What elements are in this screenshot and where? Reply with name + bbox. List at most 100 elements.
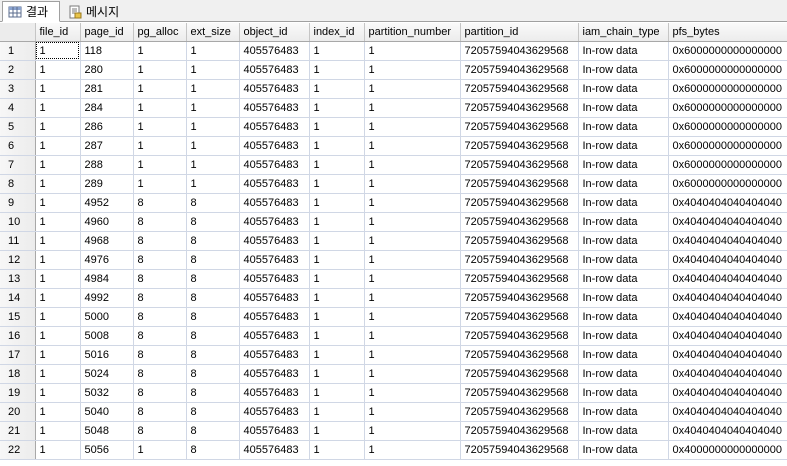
row-number[interactable]: 6 [0, 136, 36, 156]
cell-pfs-bytes[interactable]: 0x6000000000000000 [668, 60, 787, 80]
cell-partition-number[interactable]: 1 [364, 231, 461, 251]
cell-pg-alloc[interactable]: 1 [133, 155, 187, 175]
cell-ext-size[interactable]: 1 [186, 117, 240, 137]
cell-file-id[interactable]: 1 [35, 193, 81, 213]
cell-page-id[interactable]: 4992 [80, 288, 134, 308]
column-header-iam-chain-type[interactable]: iam_chain_type [578, 23, 669, 42]
cell-file-id[interactable]: 1 [35, 174, 81, 194]
cell-object-id[interactable]: 405576483 [239, 364, 310, 384]
cell-index-id[interactable]: 1 [309, 231, 365, 251]
cell-file-id[interactable]: 1 [35, 136, 81, 156]
cell-page-id[interactable]: 5008 [80, 326, 134, 346]
cell-partition-number[interactable]: 1 [364, 193, 461, 213]
cell-partition-id[interactable]: 72057594043629568 [460, 136, 579, 156]
cell-pg-alloc[interactable]: 8 [133, 193, 187, 213]
cell-pg-alloc[interactable]: 8 [133, 383, 187, 403]
cell-partition-id[interactable]: 72057594043629568 [460, 79, 579, 99]
cell-page-id[interactable]: 5048 [80, 421, 134, 441]
cell-pfs-bytes[interactable]: 0x6000000000000000 [668, 136, 787, 156]
cell-page-id[interactable]: 4952 [80, 193, 134, 213]
cell-iam-chain-type[interactable]: In-row data [578, 288, 669, 308]
cell-ext-size[interactable]: 8 [186, 307, 240, 327]
tab-results[interactable]: 결과 [2, 1, 60, 22]
cell-index-id[interactable]: 1 [309, 250, 365, 270]
cell-file-id[interactable]: 1 [35, 117, 81, 137]
cell-partition-id[interactable]: 72057594043629568 [460, 345, 579, 365]
cell-pfs-bytes[interactable]: 0x4040404040404040 [668, 326, 787, 346]
cell-partition-number[interactable]: 1 [364, 212, 461, 232]
cell-partition-number[interactable]: 1 [364, 136, 461, 156]
cell-ext-size[interactable]: 8 [186, 421, 240, 441]
cell-object-id[interactable]: 405576483 [239, 307, 310, 327]
cell-partition-number[interactable]: 1 [364, 269, 461, 289]
cell-ext-size[interactable]: 1 [186, 136, 240, 156]
cell-pfs-bytes[interactable]: 0x6000000000000000 [668, 174, 787, 194]
cell-index-id[interactable]: 1 [309, 193, 365, 213]
cell-ext-size[interactable]: 8 [186, 288, 240, 308]
cell-index-id[interactable]: 1 [309, 60, 365, 80]
cell-iam-chain-type[interactable]: In-row data [578, 98, 669, 118]
cell-pg-alloc[interactable]: 1 [133, 136, 187, 156]
cell-pfs-bytes[interactable]: 0x6000000000000000 [668, 41, 787, 61]
cell-index-id[interactable]: 1 [309, 364, 365, 384]
cell-ext-size[interactable]: 8 [186, 212, 240, 232]
cell-file-id[interactable]: 1 [35, 79, 81, 99]
cell-pfs-bytes[interactable]: 0x6000000000000000 [668, 117, 787, 137]
cell-partition-number[interactable]: 1 [364, 79, 461, 99]
cell-partition-id[interactable]: 72057594043629568 [460, 440, 579, 460]
cell-partition-id[interactable]: 72057594043629568 [460, 364, 579, 384]
cell-partition-number[interactable]: 1 [364, 155, 461, 175]
cell-partition-id[interactable]: 72057594043629568 [460, 326, 579, 346]
cell-partition-number[interactable]: 1 [364, 60, 461, 80]
cell-page-id[interactable]: 289 [80, 174, 134, 194]
cell-pg-alloc[interactable]: 8 [133, 269, 187, 289]
cell-page-id[interactable]: 4984 [80, 269, 134, 289]
cell-pfs-bytes[interactable]: 0x6000000000000000 [668, 98, 787, 118]
cell-object-id[interactable]: 405576483 [239, 79, 310, 99]
cell-partition-number[interactable]: 1 [364, 421, 461, 441]
cell-pg-alloc[interactable]: 1 [133, 440, 187, 460]
cell-iam-chain-type[interactable]: In-row data [578, 155, 669, 175]
cell-pg-alloc[interactable]: 8 [133, 231, 187, 251]
cell-ext-size[interactable]: 8 [186, 345, 240, 365]
cell-partition-number[interactable]: 1 [364, 98, 461, 118]
row-number[interactable]: 16 [0, 326, 36, 346]
cell-page-id[interactable]: 5016 [80, 345, 134, 365]
cell-object-id[interactable]: 405576483 [239, 60, 310, 80]
cell-iam-chain-type[interactable]: In-row data [578, 364, 669, 384]
cell-partition-number[interactable]: 1 [364, 326, 461, 346]
cell-ext-size[interactable]: 8 [186, 383, 240, 403]
cell-pg-alloc[interactable]: 8 [133, 421, 187, 441]
cell-file-id[interactable]: 1 [35, 345, 81, 365]
cell-object-id[interactable]: 405576483 [239, 440, 310, 460]
cell-ext-size[interactable]: 1 [186, 41, 240, 61]
cell-object-id[interactable]: 405576483 [239, 136, 310, 156]
cell-partition-id[interactable]: 72057594043629568 [460, 212, 579, 232]
column-header-partition-number[interactable]: partition_number [364, 23, 461, 42]
tab-messages[interactable]: 메시지 [62, 1, 128, 22]
cell-partition-id[interactable]: 72057594043629568 [460, 250, 579, 270]
row-number[interactable]: 11 [0, 231, 36, 251]
row-number[interactable]: 17 [0, 345, 36, 365]
cell-file-id[interactable]: 1 [35, 288, 81, 308]
cell-file-id[interactable]: 1 [35, 231, 81, 251]
column-header-page-id[interactable]: page_id [80, 23, 134, 42]
cell-ext-size[interactable]: 8 [186, 231, 240, 251]
row-number[interactable]: 2 [0, 60, 36, 80]
cell-pfs-bytes[interactable]: 0x4040404040404040 [668, 383, 787, 403]
cell-object-id[interactable]: 405576483 [239, 98, 310, 118]
cell-pg-alloc[interactable]: 1 [133, 174, 187, 194]
cell-partition-number[interactable]: 1 [364, 345, 461, 365]
row-number[interactable]: 14 [0, 288, 36, 308]
cell-index-id[interactable]: 1 [309, 212, 365, 232]
corner-header[interactable] [0, 23, 36, 42]
cell-page-id[interactable]: 280 [80, 60, 134, 80]
cell-index-id[interactable]: 1 [309, 288, 365, 308]
cell-partition-number[interactable]: 1 [364, 250, 461, 270]
cell-file-id[interactable]: 1 [35, 440, 81, 460]
cell-file-id[interactable]: 1 [35, 383, 81, 403]
row-number[interactable]: 12 [0, 250, 36, 270]
cell-object-id[interactable]: 405576483 [239, 269, 310, 289]
cell-pg-alloc[interactable]: 1 [133, 79, 187, 99]
cell-partition-id[interactable]: 72057594043629568 [460, 383, 579, 403]
